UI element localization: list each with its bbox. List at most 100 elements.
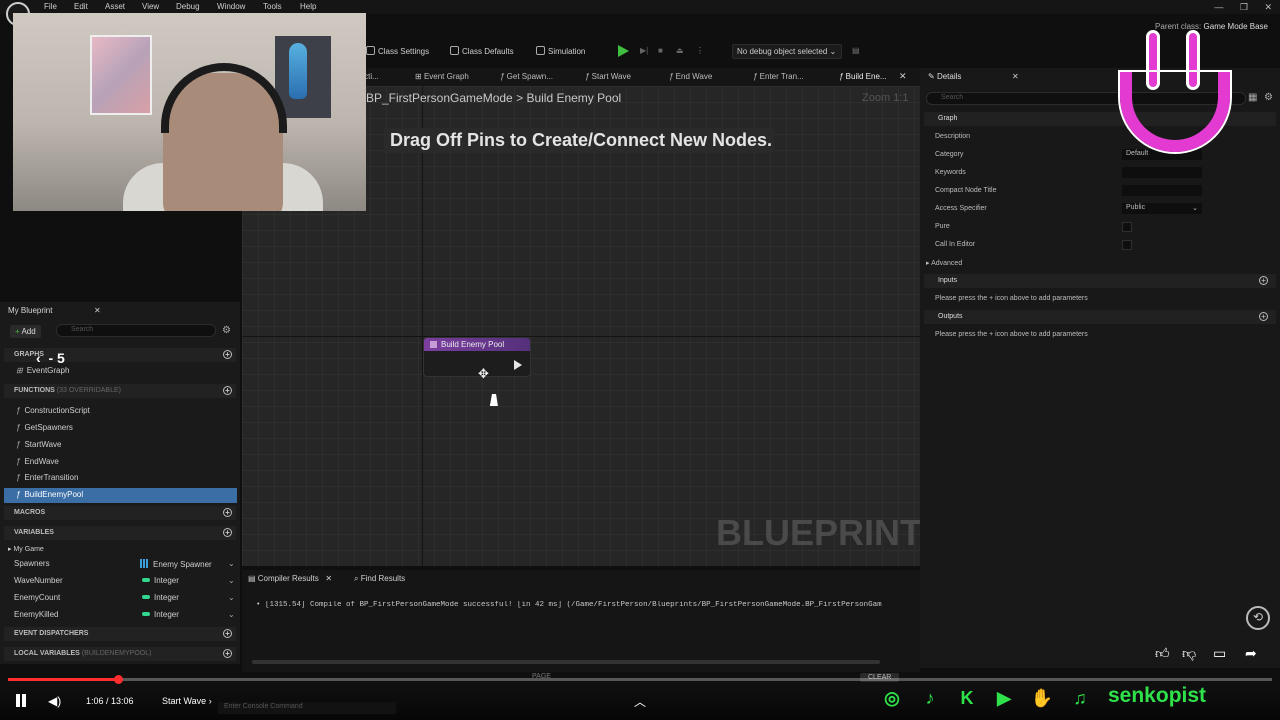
console-input[interactable]: Enter Console Command — [218, 702, 396, 714]
progress-track[interactable] — [8, 678, 1272, 681]
add-input-icon[interactable]: + — [1259, 276, 1268, 285]
section-macros[interactable]: MACROS + — [4, 506, 236, 520]
more-options-icon[interactable]: ⋮ — [696, 46, 704, 55]
chevron-down-icon[interactable]: ⌄ — [228, 559, 235, 568]
debug-object-select[interactable]: No debug object selected ⌄ — [732, 44, 842, 59]
menu-file[interactable]: File — [44, 2, 57, 11]
section-variables[interactable]: VARIABLES + — [4, 526, 236, 540]
variable-type[interactable]: Integer — [142, 576, 179, 585]
function-item[interactable]: ƒ GetSpawners — [16, 423, 73, 432]
eject-icon[interactable]: ⏏ — [676, 46, 684, 55]
variable-name[interactable]: EnemyKilled — [14, 610, 58, 619]
instagram-icon[interactable]: ◎ — [880, 686, 904, 710]
settings-gear-icon[interactable]: ⚙ — [1264, 92, 1273, 103]
add-function-icon[interactable]: + — [223, 386, 232, 395]
simulation-button[interactable]: Simulation — [536, 46, 585, 56]
variable-type[interactable]: Integer — [142, 593, 179, 602]
close-button[interactable]: ✕ — [1264, 2, 1272, 12]
function-item[interactable]: ƒ ConstructionScript — [16, 406, 90, 415]
section-outputs[interactable]: Outputs + — [924, 310, 1276, 324]
details-tab[interactable]: ✎ Details — [928, 72, 961, 81]
restore-button[interactable]: ❐ — [1240, 2, 1248, 12]
function-item[interactable]: ƒ StartWave — [16, 440, 62, 449]
variable-name[interactable]: Spawners — [14, 559, 50, 568]
chevron-down-icon[interactable]: ⌄ — [228, 576, 235, 585]
tab-start-wave[interactable]: ƒ Start Wave — [585, 72, 631, 81]
like-icon[interactable]: 👍︎ — [1155, 645, 1170, 662]
tab-event-graph[interactable]: ⊞ Event Graph — [415, 72, 469, 81]
compact-title-field[interactable] — [1122, 185, 1202, 196]
add-button[interactable]: + Add — [10, 325, 41, 338]
add-output-icon[interactable]: + — [1259, 312, 1268, 321]
chapter-button[interactable]: Start Wave › — [162, 696, 212, 706]
call-in-editor-checkbox[interactable] — [1122, 240, 1132, 250]
variable-category[interactable]: ▸ My Game — [8, 545, 44, 553]
function-item[interactable]: ƒ EnterTransition — [16, 473, 78, 482]
tab-enter-transition[interactable]: ƒ Enter Tran... — [753, 72, 804, 81]
menu-edit[interactable]: Edit — [74, 2, 88, 11]
section-local-variables[interactable]: LOCAL VARIABLES (BUILDENEMYPOOL) + — [4, 647, 236, 661]
chevron-down-icon[interactable]: ⌄ — [228, 610, 235, 619]
browse-icon[interactable]: ▤ — [852, 46, 860, 55]
compiler-tab-close-icon[interactable]: ✕ — [321, 574, 332, 583]
play-icon[interactable] — [618, 45, 629, 57]
dislike-icon[interactable]: 👎︎ — [1182, 645, 1196, 662]
tab-end-wave[interactable]: ƒ End Wave — [669, 72, 712, 81]
menu-tools[interactable]: Tools — [263, 2, 282, 11]
details-close-icon[interactable]: ✕ — [1012, 72, 1019, 81]
section-event-dispatchers[interactable]: EVENT DISPATCHERS + — [4, 627, 236, 641]
function-item-selected[interactable]: ƒ BuildEnemyPool — [16, 490, 83, 499]
function-item[interactable]: ƒ EndWave — [16, 457, 59, 466]
thumbs-up-icon[interactable]: ✋ — [1030, 686, 1054, 710]
my-blueprint-close-icon[interactable]: ✕ — [94, 306, 101, 315]
menu-help[interactable]: Help — [300, 2, 316, 11]
tab-compiler-results[interactable]: ▤ Compiler Results ✕ — [248, 574, 332, 583]
table-view-icon[interactable]: ▦ — [1248, 92, 1257, 103]
chevron-down-icon[interactable]: ⌄ — [228, 593, 235, 602]
add-local-variable-icon[interactable]: + — [223, 649, 232, 658]
kick-icon[interactable]: K — [955, 686, 979, 710]
section-inputs[interactable]: Inputs + — [924, 274, 1276, 288]
horizontal-scrollbar[interactable] — [252, 660, 880, 664]
menu-view[interactable]: View — [142, 2, 159, 11]
pure-checkbox[interactable] — [1122, 222, 1132, 232]
section-functions[interactable]: FUNCTIONS (33 OVERRIDABLE) + — [4, 384, 236, 398]
variable-name[interactable]: WaveNumber — [14, 576, 63, 585]
graph-item-eventgraph[interactable]: ⊞ EventGraph — [16, 366, 69, 375]
comments-icon[interactable]: ▭ — [1213, 645, 1226, 662]
settings-gear-icon[interactable]: ⚙ — [222, 325, 231, 336]
tab-get-spawners[interactable]: ƒ Get Spawn... — [500, 72, 553, 81]
menu-asset[interactable]: Asset — [105, 2, 125, 11]
breadcrumb-parent[interactable]: BP_FirstPersonGameMode — [366, 91, 513, 105]
tab-build-enemy-pool[interactable]: ƒ Build Ene... — [839, 72, 887, 81]
add-dispatcher-icon[interactable]: + — [223, 629, 232, 638]
tab-find-results[interactable]: ⌕ Find Results — [354, 574, 405, 584]
advanced-toggle[interactable]: ▸ Advanced — [926, 259, 962, 267]
class-defaults-button[interactable]: Class Defaults — [450, 46, 514, 56]
add-macro-icon[interactable]: + — [223, 508, 232, 517]
variable-type[interactable]: Enemy Spawner — [140, 559, 212, 569]
progress-scrubber[interactable] — [114, 675, 123, 684]
chevron-up-icon[interactable]: ︿ — [634, 693, 646, 710]
class-settings-button[interactable]: Class Settings — [366, 46, 429, 56]
volume-icon[interactable]: ◀) — [48, 694, 61, 708]
variable-name[interactable]: EnemyCount — [14, 593, 60, 602]
tab-close-icon[interactable]: ✕ — [899, 71, 907, 82]
minimize-button[interactable]: — — [1214, 2, 1223, 12]
channel-watermark-icon[interactable]: ⟲ — [1246, 606, 1270, 630]
tiktok-icon[interactable]: ♪ — [918, 686, 942, 710]
variable-type[interactable]: Integer — [142, 610, 179, 619]
menu-debug[interactable]: Debug — [176, 2, 200, 11]
access-specifier-select[interactable]: Public ⌄ — [1122, 203, 1202, 214]
exec-pin-icon[interactable] — [514, 360, 522, 370]
pause-button[interactable] — [14, 694, 28, 708]
keywords-field[interactable] — [1122, 167, 1202, 178]
step-icon[interactable]: ▶| — [640, 46, 648, 55]
youtube-icon[interactable]: ▶ — [992, 686, 1016, 710]
bell-icon[interactable]: ♫ — [1068, 686, 1092, 710]
function-entry-node[interactable]: Build Enemy Pool — [423, 337, 531, 377]
share-icon[interactable]: ➦ — [1245, 645, 1257, 662]
add-graph-icon[interactable]: + — [223, 350, 232, 359]
menu-window[interactable]: Window — [217, 2, 245, 11]
stop-icon[interactable]: ■ — [658, 46, 663, 55]
